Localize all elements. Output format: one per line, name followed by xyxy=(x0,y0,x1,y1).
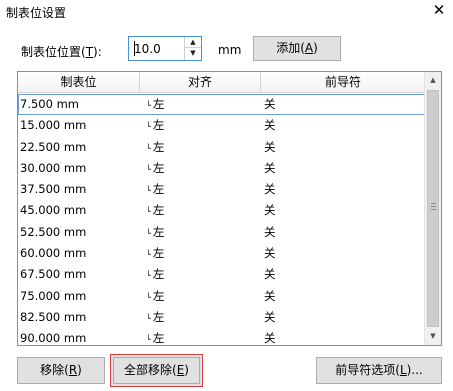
tab-position-cell[interactable]: 30.000 mm xyxy=(20,158,86,179)
add-button[interactable]: 添加(A) xyxy=(253,36,341,61)
table-row[interactable]: 7.500 mm └ 左 关 xyxy=(18,94,425,116)
alignment-cell[interactable]: └ 左 xyxy=(146,115,164,136)
leader-cell[interactable]: 关 xyxy=(264,264,276,285)
alignment-label: 左 xyxy=(152,267,165,282)
alignment-label: 左 xyxy=(152,203,165,218)
alignment-cell[interactable]: └ 左 xyxy=(146,307,164,328)
alignment-label: 左 xyxy=(152,224,165,239)
tab-position-cell[interactable]: 37.500 mm xyxy=(20,179,86,200)
leader-cell[interactable]: 关 xyxy=(264,179,276,200)
tab-position-stepper[interactable]: 10.0 ▲ ▼ xyxy=(128,36,202,61)
leader-cell[interactable]: 关 xyxy=(264,222,276,243)
stepper-down-icon[interactable]: ▼ xyxy=(185,48,201,59)
left-tab-icon: └ xyxy=(146,186,151,196)
table-row[interactable]: 22.500 mm └ 左 关 xyxy=(18,137,425,158)
alignment-label: 左 xyxy=(152,160,165,175)
left-tab-icon: └ xyxy=(146,207,151,217)
left-tab-icon: └ xyxy=(146,335,151,345)
table-row[interactable]: 82.500 mm └ 左 关 xyxy=(18,307,425,328)
scrollbar-thumb[interactable] xyxy=(427,90,439,327)
table-row[interactable]: 37.500 mm └ 左 关 xyxy=(18,179,425,200)
tab-position-cell[interactable]: 22.500 mm xyxy=(20,137,86,158)
tab-position-cell[interactable]: 60.000 mm xyxy=(20,243,86,264)
dialog-title: 制表位设置 xyxy=(6,6,67,20)
tab-position-cell[interactable]: 75.000 mm xyxy=(20,286,86,307)
alignment-cell[interactable]: └ 左 xyxy=(146,94,164,115)
alignment-cell[interactable]: └ 左 xyxy=(146,158,164,179)
close-icon[interactable]: ✕ xyxy=(431,2,447,18)
tab-position-cell[interactable]: 52.500 mm xyxy=(20,222,86,243)
tab-position-cell[interactable]: 7.500 mm xyxy=(20,94,79,115)
column-header-leader[interactable]: 前导符 xyxy=(261,72,425,92)
remove-button[interactable]: 移除(R) xyxy=(17,357,105,384)
tab-position-cell[interactable]: 90.000 mm xyxy=(20,328,86,345)
title-bar: 制表位设置 ✕ xyxy=(0,0,453,24)
alignment-cell[interactable]: └ 左 xyxy=(146,286,164,307)
table-row[interactable]: 45.000 mm └ 左 关 xyxy=(18,200,425,221)
alignment-label: 左 xyxy=(152,118,165,133)
alignment-cell[interactable]: └ 左 xyxy=(146,200,164,221)
tab-position-input[interactable]: 10.0 xyxy=(134,42,161,56)
alignment-label: 左 xyxy=(152,97,165,111)
table-header: 制表位 对齐 前导符 xyxy=(18,72,425,93)
table-body: 7.500 mm └ 左关 15.000 mm └ 左关 22.500 mm └ 左关 30.00… xyxy=(18,94,425,346)
leader-cell[interactable]: 关 xyxy=(264,137,276,158)
tab-position-cell[interactable]: 15.000 mm xyxy=(20,115,86,136)
alignment-cell[interactable]: └ 左 xyxy=(146,328,165,346)
table-row[interactable]: 75.000 mm └ 左 关 xyxy=(18,286,425,307)
table-row[interactable]: 15.000 mm └ 左 关 xyxy=(18,115,425,136)
grip-icon xyxy=(431,203,436,210)
column-header-alignment[interactable]: 对齐 xyxy=(140,72,261,92)
table-row[interactable]: 52.500 mm └ 左 关 xyxy=(18,222,425,243)
leader-cell[interactable]: 关 xyxy=(264,328,276,345)
left-tab-icon: └ xyxy=(146,101,151,110)
tab-stops-table: 制表位 对齐 前导符 7.500 mm └ 左关 15.000 mm └ 左关 22.500… xyxy=(17,71,442,346)
leader-cell[interactable]: 关 xyxy=(264,200,276,221)
alignment-cell[interactable]: └ 左 xyxy=(146,137,164,158)
scroll-down-icon[interactable]: ▼ xyxy=(425,328,441,345)
tab-position-cell[interactable]: 67.500 mm xyxy=(20,264,86,285)
alignment-label: 左 xyxy=(152,309,165,324)
left-tab-icon: └ xyxy=(146,143,151,153)
vertical-scrollbar[interactable]: ▲ ▼ xyxy=(424,72,441,345)
alignment-label: 左 xyxy=(152,182,165,197)
table-row[interactable]: 60.000 mm └ 左 关 xyxy=(18,243,425,264)
leader-cell[interactable]: 关 xyxy=(264,94,276,115)
remove-all-button[interactable]: 全部移除(E) xyxy=(110,354,203,387)
leader-cell[interactable]: 关 xyxy=(264,286,276,307)
tab-position-label: 制表位位置(T): xyxy=(21,45,102,59)
table-row[interactable]: 30.000 mm └ 左 关 xyxy=(18,158,425,179)
left-tab-icon: └ xyxy=(146,164,151,174)
table-row[interactable]: 90.000 mm └ 左 关 xyxy=(18,328,425,346)
tab-position-cell[interactable]: 45.000 mm xyxy=(20,200,86,221)
alignment-cell[interactable]: └ 左 xyxy=(146,222,164,243)
left-tab-icon: └ xyxy=(146,313,151,323)
stepper-arrows: ▲ ▼ xyxy=(184,37,201,60)
left-tab-icon: └ xyxy=(146,228,151,238)
alignment-label: 左 xyxy=(152,246,165,261)
tab-position-cell[interactable]: 82.500 mm xyxy=(20,307,86,328)
left-tab-icon: └ xyxy=(146,122,151,132)
remove-all-focus: 全部移除(E) xyxy=(113,357,200,384)
alignment-cell[interactable]: └ 左 xyxy=(146,264,164,285)
left-tab-icon: └ xyxy=(146,250,151,260)
column-header-tab[interactable]: 制表位 xyxy=(18,72,140,92)
alignment-cell[interactable]: └ 左 xyxy=(146,179,164,200)
table-row[interactable]: 67.500 mm └ 左 关 xyxy=(18,264,425,285)
leader-cell[interactable]: 关 xyxy=(264,115,276,136)
alignment-label: 左 xyxy=(152,288,165,303)
stepper-up-icon[interactable]: ▲ xyxy=(185,37,201,48)
alignment-label: 左 xyxy=(152,331,165,346)
left-tab-icon: └ xyxy=(146,271,151,281)
alignment-cell[interactable]: └ 左 xyxy=(146,243,164,264)
unit-label: mm xyxy=(218,43,242,57)
leader-cell[interactable]: 关 xyxy=(264,158,276,179)
left-tab-icon: └ xyxy=(146,292,151,302)
leader-cell[interactable]: 关 xyxy=(264,243,276,264)
leader-options-button[interactable]: 前导符选项(L)... xyxy=(316,357,442,384)
alignment-label: 左 xyxy=(152,139,165,154)
leader-cell[interactable]: 关 xyxy=(264,307,276,328)
scroll-up-icon[interactable]: ▲ xyxy=(425,72,441,89)
